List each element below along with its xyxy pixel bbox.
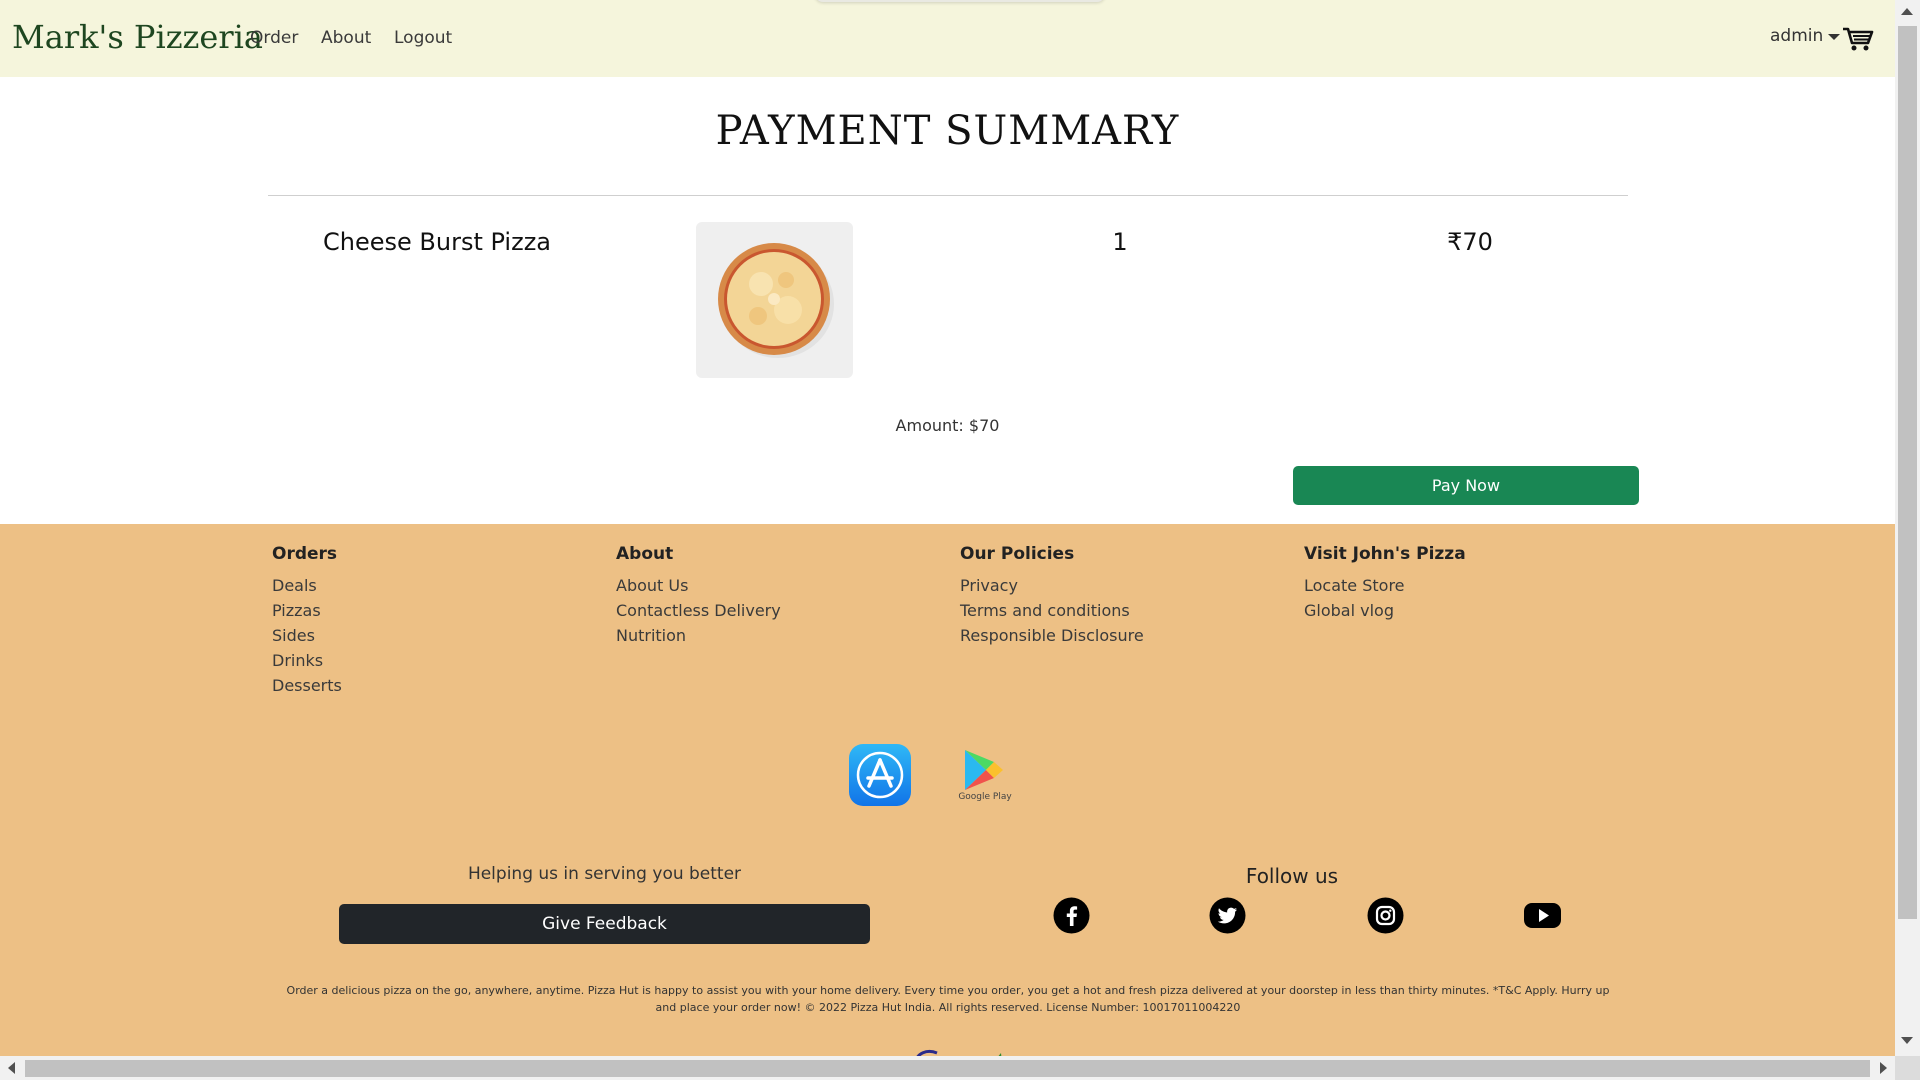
navbar: Mark's Pizzeria Order About Logout admin [0, 0, 1895, 77]
item-price: ₹70 [1447, 228, 1493, 256]
give-feedback-button[interactable]: Give Feedback [339, 904, 870, 944]
footer-link-nutrition[interactable]: Nutrition [616, 623, 781, 648]
footer-link-disclosure[interactable]: Responsible Disclosure [960, 623, 1144, 648]
nav-order[interactable]: Order [250, 28, 298, 48]
item-name: Cheese Burst Pizza [323, 228, 551, 256]
caret-down-icon[interactable] [1828, 34, 1840, 40]
footer-link-drinks[interactable]: Drinks [272, 648, 342, 673]
footer-link-global-vlog[interactable]: Global vlog [1304, 598, 1466, 623]
footer: Orders Deals Pizzas Sides Drinks Dessert… [0, 524, 1895, 1056]
legal-text: Order a delicious pizza on the go, anywh… [286, 984, 1610, 1014]
page: Mark's Pizzeria Order About Logout admin… [0, 0, 1895, 1056]
footer-col-visit: Visit John's Pizza Locate Store Global v… [1304, 544, 1466, 623]
scrollbar-corner [1895, 1056, 1920, 1080]
divider [268, 195, 1628, 196]
item-quantity: 1 [1112, 228, 1128, 256]
footer-link-terms[interactable]: Terms and conditions [960, 598, 1144, 623]
scroll-up-icon[interactable] [1901, 8, 1913, 15]
horizontal-scroll-thumb[interactable] [25, 1060, 1870, 1077]
cart-icon[interactable] [1842, 26, 1874, 52]
footer-col-about: About About Us Contactless Delivery Nutr… [616, 544, 781, 648]
top-tab [815, 0, 1105, 2]
follow-us-title: Follow us [1245, 864, 1339, 888]
footer-col-orders: Orders Deals Pizzas Sides Drinks Dessert… [272, 544, 342, 698]
footer-link-contactless[interactable]: Contactless Delivery [616, 598, 781, 623]
nav-logout[interactable]: Logout [394, 28, 452, 48]
pizza-illustration [718, 243, 834, 358]
google-play-label: Google Play [958, 792, 1012, 802]
nav-about[interactable]: About [321, 28, 371, 48]
footer-heading: Visit John's Pizza [1304, 544, 1466, 564]
footer-link-sides[interactable]: Sides [272, 623, 342, 648]
scroll-right-icon[interactable] [1880, 1062, 1887, 1074]
page-title: PAYMENT SUMMARY [715, 108, 1180, 154]
footer-link-desserts[interactable]: Desserts [272, 673, 342, 698]
pay-now-button[interactable]: Pay Now [1293, 466, 1639, 505]
footer-heading: Orders [272, 544, 338, 564]
brand-logo[interactable]: Mark's Pizzeria [12, 18, 263, 56]
app-store-icon[interactable] [849, 744, 911, 806]
facebook-icon[interactable] [1053, 897, 1090, 934]
footer-heading: Our Policies [960, 544, 1075, 564]
footer-col-policies: Our Policies Privacy Terms and condition… [960, 544, 1144, 648]
app-store-glyph [856, 751, 904, 799]
twitter-icon[interactable] [1209, 897, 1246, 934]
footer-link-pizzas[interactable]: Pizzas [272, 598, 342, 623]
pizza-image [696, 222, 853, 378]
youtube-icon[interactable] [1524, 897, 1561, 934]
footer-heading: About [616, 544, 674, 564]
footer-link-deals[interactable]: Deals [272, 573, 342, 598]
user-dropdown[interactable]: admin [1770, 26, 1823, 46]
vertical-scroll-thumb[interactable] [1898, 26, 1917, 919]
footer-link-locate-store[interactable]: Locate Store [1304, 573, 1466, 598]
footer-link-about-us[interactable]: About Us [616, 573, 781, 598]
instagram-icon[interactable] [1367, 897, 1404, 934]
footer-link-privacy[interactable]: Privacy [960, 573, 1144, 598]
scroll-left-icon[interactable] [8, 1062, 15, 1074]
scroll-down-icon[interactable] [1901, 1037, 1913, 1044]
partial-logo [916, 1049, 1002, 1056]
total-amount: Amount: $70 [895, 416, 1000, 435]
help-text: Helping us in serving you better [467, 864, 742, 884]
